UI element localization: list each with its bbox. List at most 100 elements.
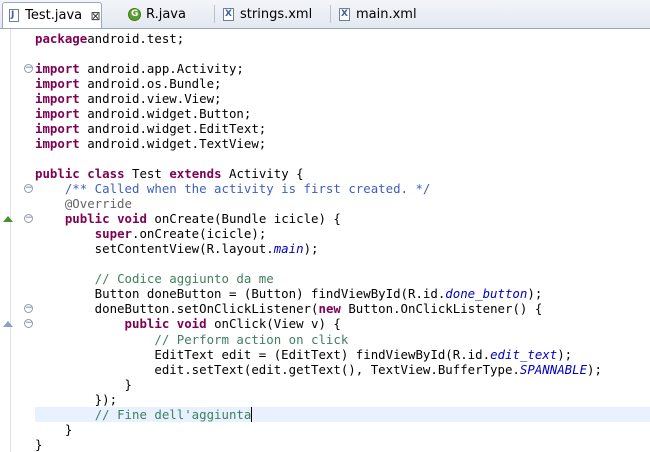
code-token: android.widget.EditText; xyxy=(79,121,267,136)
code-token: super xyxy=(94,226,132,241)
code-line: } xyxy=(35,437,42,452)
tab-label: R.java xyxy=(146,7,186,22)
code-line: EditText edit = (EditText) findViewById(… xyxy=(35,347,572,362)
code-token: new xyxy=(318,301,341,316)
code-token: android.view.View; xyxy=(79,91,222,106)
code-line: import android.view.View; xyxy=(35,91,222,106)
tab-label: strings.xml xyxy=(240,7,313,22)
code-line: import android.widget.Button; xyxy=(35,106,251,121)
text-caret xyxy=(251,407,253,422)
code-token: EditText edit = (EditText) findViewById(… xyxy=(35,347,491,362)
code-token: package xyxy=(35,31,88,46)
code-token: } xyxy=(35,377,132,392)
code-token: Activity { xyxy=(221,166,304,181)
code-token: onCreate(Bundle icicle) { xyxy=(146,211,341,226)
code-token: android.app.Activity; xyxy=(79,61,244,76)
code-token: Test xyxy=(124,166,170,181)
editor-tab-bar: J Test.java ⊠ G R.java X strings.xml X m… xyxy=(0,0,650,29)
code-line: } xyxy=(35,377,132,392)
tab-strings-xml[interactable]: X strings.xml xyxy=(217,2,327,27)
code-line: Button doneButton = (Button) findViewByI… xyxy=(35,286,543,301)
tab-separator xyxy=(214,5,215,23)
java-class-icon: G xyxy=(128,8,141,21)
fold-collapse-icon[interactable]: − xyxy=(24,214,33,223)
code-token: .onCreate(icicle); xyxy=(132,226,267,241)
code-line: setContentView(R.layout.main); xyxy=(35,241,319,256)
code-editor[interactable]: packageandroid.test; import android.app.A… xyxy=(35,29,650,452)
code-line: public void onCreate(Bundle icicle) { xyxy=(35,211,341,226)
code-token: android.widget.TextView; xyxy=(79,136,267,151)
folding-ruler xyxy=(11,29,31,452)
implements-marker-icon[interactable] xyxy=(3,321,13,327)
tab-label: main.xml xyxy=(356,7,417,22)
tab-main-xml[interactable]: X main.xml xyxy=(333,2,433,27)
code-line: packageandroid.test; xyxy=(35,31,184,46)
code-token: done_button xyxy=(445,286,528,301)
java-file-icon: J xyxy=(9,9,20,22)
code-token: ); xyxy=(527,286,543,301)
code-token: }); xyxy=(35,392,118,407)
code-line: doneButton.setOnClickListener(new Button… xyxy=(35,301,543,316)
code-line: @Override xyxy=(35,196,132,211)
fold-collapse-icon[interactable]: − xyxy=(24,319,33,328)
code-token: public xyxy=(124,316,170,331)
code-token: // Perform action on click xyxy=(154,332,349,347)
code-token: /** Called when the activity is first cr… xyxy=(64,181,431,196)
code-token: main xyxy=(273,241,304,256)
code-token: import xyxy=(35,91,80,106)
fold-collapse-icon[interactable]: − xyxy=(24,304,33,313)
code-token: } xyxy=(35,437,43,452)
code-token: } xyxy=(35,422,73,437)
tab-test-java[interactable]: J Test.java ⊠ xyxy=(2,2,102,28)
code-token: // Codice aggiunto da me xyxy=(94,271,274,286)
code-line: import android.os.Bundle; xyxy=(35,76,222,91)
overview-ruler xyxy=(0,29,10,452)
tab-label: Test.java xyxy=(25,8,83,23)
code-token: setContentView(R.layout. xyxy=(35,241,274,256)
close-icon[interactable]: ⊠ xyxy=(90,10,101,22)
code-token: ); xyxy=(587,362,602,377)
tab-r-java[interactable]: G R.java xyxy=(122,2,214,27)
code-token: class xyxy=(87,166,125,181)
overrides-marker-icon[interactable] xyxy=(3,216,13,222)
code-token: edit_text xyxy=(490,347,558,362)
code-token: ); xyxy=(303,241,319,256)
code-token: import xyxy=(35,106,80,121)
code-token: import xyxy=(35,61,80,76)
code-token: public xyxy=(35,166,80,181)
code-line: // Codice aggiunto da me xyxy=(35,271,274,286)
code-token: void xyxy=(117,211,147,226)
code-line: /** Called when the activity is first cr… xyxy=(35,181,431,196)
code-line: super.onCreate(icicle); xyxy=(35,226,267,241)
code-line: edit.setText(edit.getText(), TextView.Bu… xyxy=(35,362,602,377)
code-line: import android.app.Activity; xyxy=(35,61,244,76)
code-token: onClick(View v) { xyxy=(206,316,341,331)
code-token: void xyxy=(176,316,207,331)
fold-collapse-icon[interactable]: − xyxy=(24,64,33,73)
xml-file-icon: X xyxy=(339,8,350,21)
tab-separator xyxy=(330,5,331,23)
code-token: android.os.Bundle; xyxy=(79,76,222,91)
code-line: // Perform action on click xyxy=(35,332,348,347)
code-token: Button doneButton = (Button) findViewByI… xyxy=(35,286,446,301)
fold-collapse-icon[interactable]: − xyxy=(24,184,33,193)
code-line: import android.widget.EditText; xyxy=(35,121,266,136)
code-token: android.test; xyxy=(87,31,185,46)
code-line: }); xyxy=(35,392,117,407)
code-token: // Fine dell'aggiunta xyxy=(94,407,252,422)
code-token: public xyxy=(64,211,110,226)
code-token: import xyxy=(35,76,80,91)
code-token: android.widget.Button; xyxy=(79,106,252,121)
code-token: Button.OnClickListener() { xyxy=(340,301,543,316)
code-line: } xyxy=(35,422,72,437)
code-line: public void onClick(View v) { xyxy=(35,316,341,331)
